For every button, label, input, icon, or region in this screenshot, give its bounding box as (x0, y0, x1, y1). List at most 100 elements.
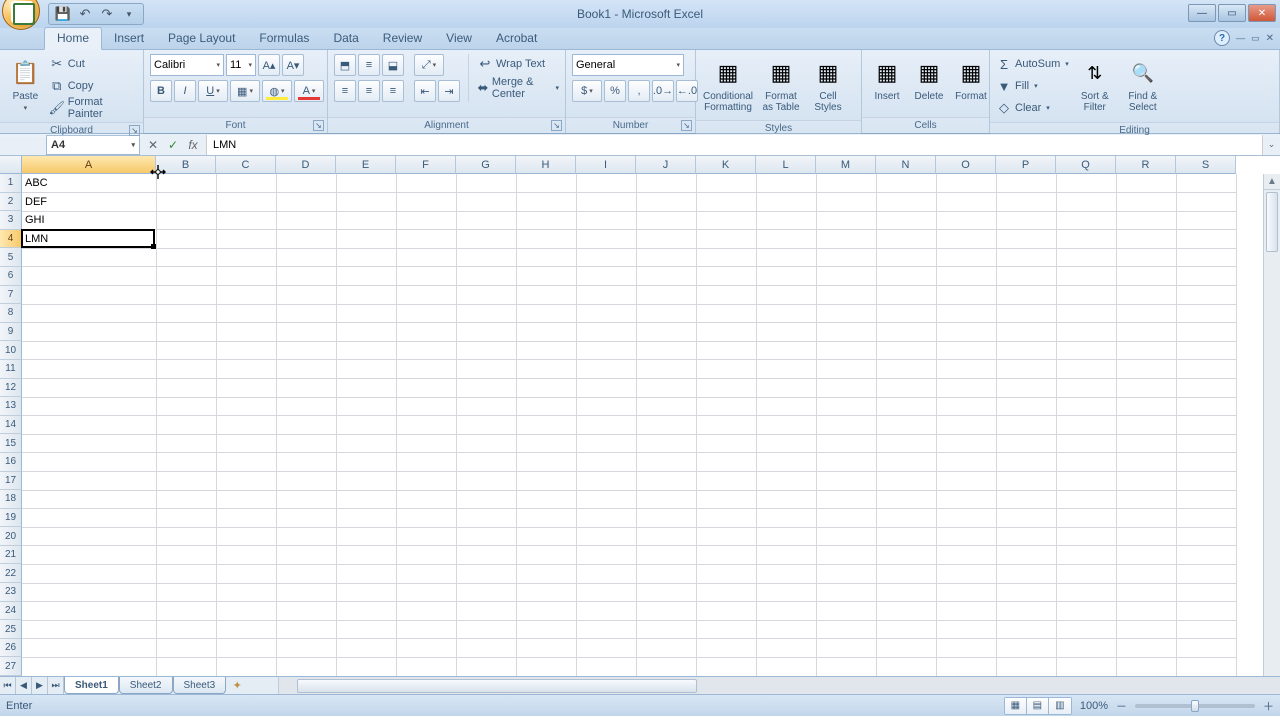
cell[interactable] (456, 341, 516, 360)
cell[interactable] (996, 620, 1056, 639)
cell[interactable] (756, 193, 816, 212)
cell[interactable] (1056, 620, 1116, 639)
cell[interactable] (636, 248, 696, 267)
cell[interactable] (156, 453, 216, 472)
next-sheet-button[interactable]: ▶ (32, 677, 48, 694)
cell[interactable] (756, 379, 816, 398)
cell[interactable] (996, 657, 1056, 676)
cell[interactable] (1116, 453, 1176, 472)
accounting-format-button[interactable]: $ (572, 80, 602, 102)
cell[interactable] (696, 341, 756, 360)
last-sheet-button[interactable]: ⏭ (48, 677, 64, 694)
cell[interactable] (336, 248, 396, 267)
cell-styles-button[interactable]: ▦Cell Styles (808, 54, 848, 116)
cell[interactable] (336, 583, 396, 602)
row-header[interactable]: 5 (0, 248, 22, 267)
cell[interactable] (696, 174, 756, 193)
cell[interactable] (156, 360, 216, 379)
cell[interactable] (1176, 304, 1236, 323)
cell[interactable] (636, 620, 696, 639)
close-button[interactable]: ✕ (1248, 4, 1276, 22)
cell[interactable] (1116, 267, 1176, 286)
cell[interactable] (396, 546, 456, 565)
cell[interactable] (756, 248, 816, 267)
cell[interactable] (696, 657, 756, 676)
cell[interactable] (696, 379, 756, 398)
cell[interactable] (276, 546, 336, 565)
cell[interactable] (336, 472, 396, 491)
cell[interactable] (636, 323, 696, 342)
cell[interactable] (456, 360, 516, 379)
cell[interactable] (276, 248, 336, 267)
cell[interactable] (22, 360, 156, 379)
cell[interactable] (936, 267, 996, 286)
cell[interactable] (396, 564, 456, 583)
cell[interactable] (336, 527, 396, 546)
cell[interactable] (936, 323, 996, 342)
cell[interactable] (756, 453, 816, 472)
cell[interactable] (22, 657, 156, 676)
cell[interactable] (756, 174, 816, 193)
cell[interactable] (216, 490, 276, 509)
format-painter-button[interactable]: 🖌Format Painter (49, 98, 137, 118)
cell[interactable] (696, 527, 756, 546)
cell[interactable] (276, 230, 336, 249)
fill-button[interactable]: ▼Fill▾ (996, 76, 1069, 96)
cell[interactable] (756, 360, 816, 379)
percent-format-button[interactable]: % (604, 80, 626, 102)
cell[interactable] (756, 397, 816, 416)
cell[interactable] (156, 490, 216, 509)
cell[interactable] (636, 397, 696, 416)
cell[interactable] (336, 286, 396, 305)
cell[interactable] (876, 657, 936, 676)
row-header[interactable]: 27 (0, 657, 22, 676)
column-header-G[interactable]: G (456, 156, 516, 174)
cell[interactable] (696, 193, 756, 212)
tab-data[interactable]: Data (321, 28, 370, 49)
italic-button[interactable]: I (174, 80, 196, 102)
cell[interactable] (816, 267, 876, 286)
cell[interactable] (156, 248, 216, 267)
cell[interactable] (156, 509, 216, 528)
cell[interactable] (1176, 657, 1236, 676)
row-header[interactable]: 17 (0, 472, 22, 491)
cell[interactable] (456, 286, 516, 305)
cell[interactable] (336, 416, 396, 435)
cell[interactable] (876, 248, 936, 267)
cell[interactable] (396, 509, 456, 528)
cell[interactable] (216, 602, 276, 621)
cell[interactable] (936, 639, 996, 658)
tab-view[interactable]: View (434, 28, 484, 49)
cell[interactable] (996, 564, 1056, 583)
wrap-text-button[interactable]: ↩Wrap Text (477, 54, 559, 74)
cell[interactable] (576, 379, 636, 398)
cell[interactable] (396, 360, 456, 379)
cell[interactable] (22, 379, 156, 398)
cell[interactable] (1116, 397, 1176, 416)
cell[interactable] (936, 379, 996, 398)
cell[interactable] (816, 527, 876, 546)
decrease-indent-button[interactable]: ⇤ (414, 80, 436, 102)
row-header[interactable]: 14 (0, 416, 22, 435)
row-header[interactable]: 11 (0, 360, 22, 379)
cell[interactable] (996, 472, 1056, 491)
column-header-K[interactable]: K (696, 156, 756, 174)
cell[interactable] (216, 230, 276, 249)
tab-insert[interactable]: Insert (102, 28, 156, 49)
cell[interactable] (1116, 248, 1176, 267)
cell[interactable] (816, 583, 876, 602)
cell[interactable] (156, 267, 216, 286)
column-header-A[interactable]: A (22, 156, 156, 174)
cell[interactable] (456, 304, 516, 323)
cell[interactable] (936, 434, 996, 453)
help-icon[interactable]: ? (1214, 30, 1230, 46)
prev-sheet-button[interactable]: ◀ (16, 677, 32, 694)
cell[interactable] (996, 230, 1056, 249)
cell[interactable] (276, 639, 336, 658)
cell[interactable] (1056, 546, 1116, 565)
ribbon-restore-icon[interactable]: ▭ (1251, 33, 1260, 44)
cell[interactable] (876, 416, 936, 435)
cell[interactable] (336, 434, 396, 453)
cell[interactable] (576, 453, 636, 472)
cell[interactable] (816, 564, 876, 583)
